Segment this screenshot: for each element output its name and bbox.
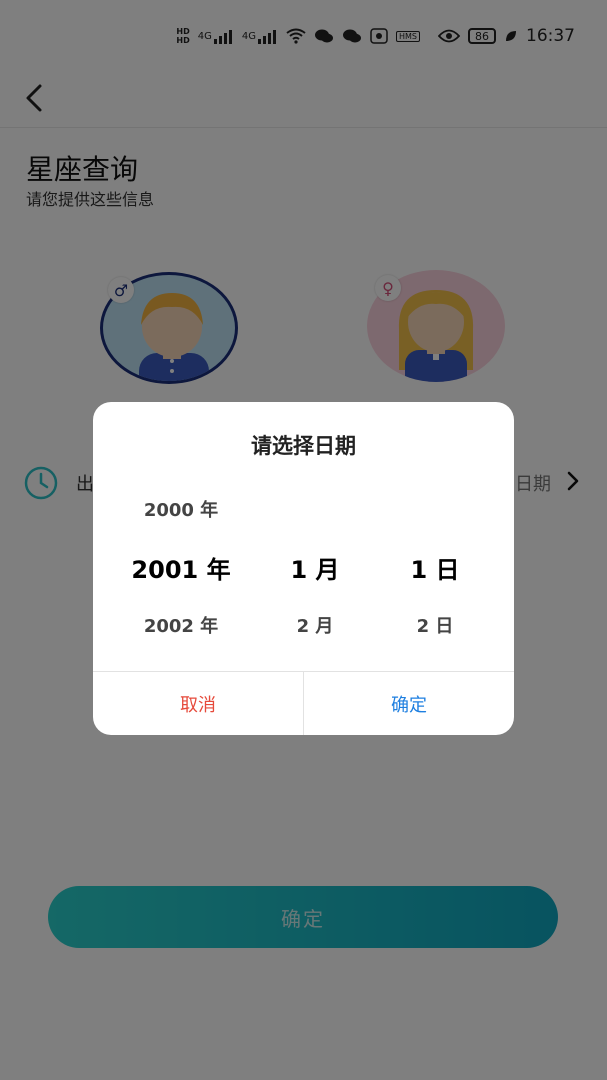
dialog-title: 请选择日期: [251, 434, 356, 458]
confirm-button[interactable]: 确定: [304, 672, 514, 735]
dialog-actions: 取消 确定: [93, 671, 514, 735]
cancel-button[interactable]: 取消: [93, 672, 304, 735]
day-option-next[interactable]: 2 日: [365, 612, 505, 638]
year-picker[interactable]: 2000 年 2001 年 2002 年: [111, 492, 251, 642]
month-option-next[interactable]: 2 月: [245, 612, 385, 638]
date-picker-dialog: 请选择日期 2000 年 2001 年 2002 年 1 月 2 月 1 日 2…: [93, 402, 514, 735]
year-option-selected[interactable]: 2001 年: [111, 550, 251, 585]
month-picker[interactable]: 1 月 2 月: [245, 492, 385, 642]
year-option-prev[interactable]: 2000 年: [111, 496, 251, 522]
day-option-selected[interactable]: 1 日: [365, 550, 505, 585]
month-option-selected[interactable]: 1 月: [245, 550, 385, 585]
day-picker[interactable]: 1 日 2 日: [365, 492, 505, 642]
year-option-next[interactable]: 2002 年: [111, 612, 251, 638]
